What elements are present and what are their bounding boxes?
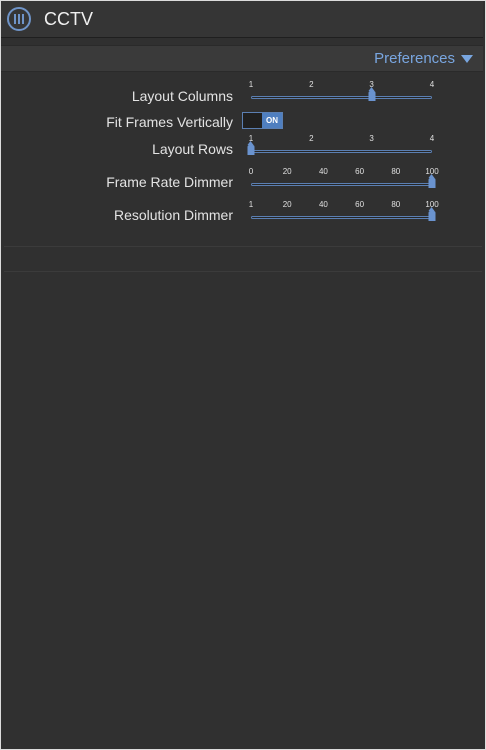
tick-label: 60 [355, 167, 365, 176]
caret-down-icon [461, 55, 473, 64]
tick-label: 40 [318, 167, 328, 176]
menu-icon[interactable] [7, 7, 31, 31]
preferences-button[interactable]: Preferences [374, 50, 473, 67]
tick-label: 20 [282, 200, 292, 209]
layout-columns-slider[interactable]: 1234 [248, 80, 435, 104]
tick-label: 3 [369, 134, 374, 143]
fit-frames-vertically-toggle[interactable]: ON [242, 112, 283, 129]
layout-columns-thumb[interactable] [368, 87, 376, 101]
layout-rows-slider[interactable]: 1234 [247, 134, 435, 158]
tick-label: 4 [429, 80, 435, 89]
frame-rate-dimmer-ticks: 0 20 40 60 80 100 [248, 167, 439, 177]
tick-label: 1 [248, 200, 254, 209]
resolution-dimmer-thumb[interactable] [428, 207, 436, 221]
frame-rate-dimmer-track[interactable] [251, 183, 432, 186]
fit-frames-vertically-label: Fit Frames Vertically [106, 114, 233, 130]
preferences-bar: Preferences [1, 45, 483, 72]
layout-columns-label: Layout Columns [131, 88, 233, 104]
frame-rate-dimmer-label: Frame Rate Dimmer [106, 174, 233, 190]
tick-label: 60 [355, 200, 365, 209]
tick-label: 2 [309, 134, 314, 143]
layout-rows-ticks: 1234 [249, 134, 435, 144]
tick-label: 4 [429, 134, 435, 143]
layout-columns-track[interactable] [251, 96, 432, 99]
resolution-dimmer-label: Resolution Dimmer [113, 207, 233, 223]
resolution-dimmer-track[interactable] [251, 216, 432, 219]
layout-rows-thumb[interactable] [247, 141, 255, 155]
preferences-label: Preferences [374, 50, 455, 67]
toggle-state: ON [262, 113, 282, 128]
tick-label: 40 [318, 200, 328, 209]
tick-label: 80 [391, 167, 401, 176]
frame-rate-dimmer-slider[interactable]: 0 20 40 60 80 100 [248, 167, 439, 191]
app-title: CCTV [44, 9, 93, 29]
layout-columns-ticks: 1234 [248, 80, 435, 90]
resolution-dimmer-ticks: 1 20 40 60 80 100 [248, 200, 439, 210]
section-divider [4, 271, 482, 272]
layout-rows-track[interactable] [251, 150, 432, 153]
tick-label: 80 [391, 200, 401, 209]
title-bar: CCTV [1, 1, 483, 38]
resolution-dimmer-slider[interactable]: 1 20 40 60 80 100 [248, 200, 439, 224]
tick-label: 0 [248, 167, 254, 176]
tick-label: 2 [309, 80, 314, 89]
tick-label: 1 [248, 80, 254, 89]
frame-rate-dimmer-thumb[interactable] [428, 174, 436, 188]
tick-label: 20 [282, 167, 292, 176]
layout-rows-label: Layout Rows [152, 141, 233, 157]
section-divider [4, 246, 482, 247]
